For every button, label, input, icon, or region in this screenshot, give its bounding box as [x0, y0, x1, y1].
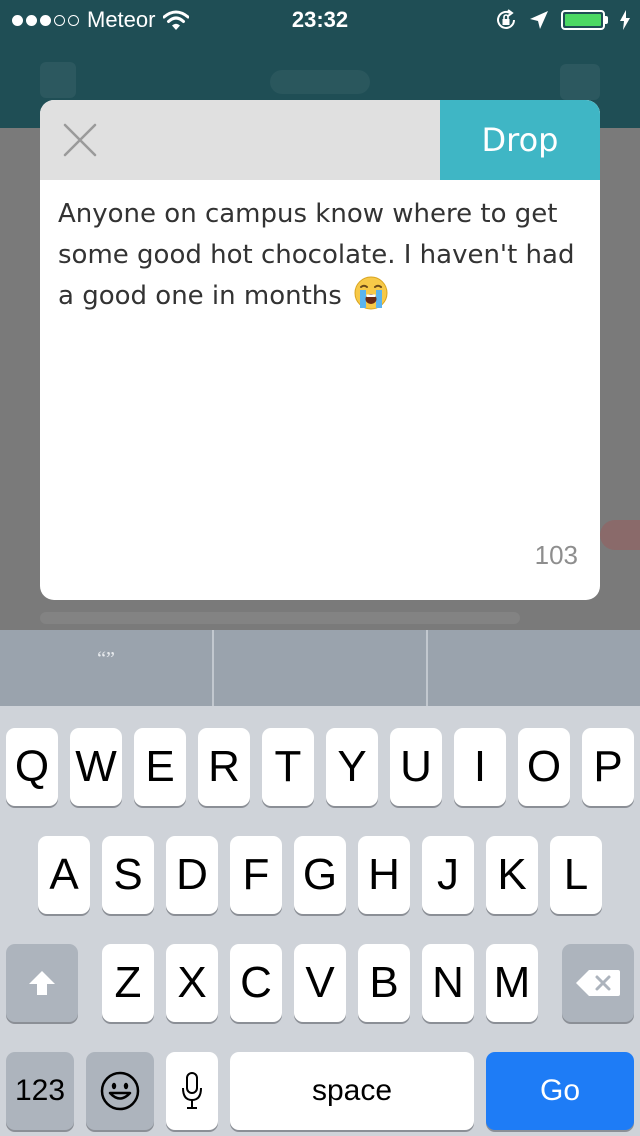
compose-modal: Drop Anyone on campus know where to get …: [40, 100, 600, 600]
status-bar: Meteor 23:32: [0, 0, 640, 40]
suggestion-bar: “”: [0, 630, 640, 706]
battery-icon: [561, 10, 608, 30]
key-g[interactable]: G: [294, 836, 346, 914]
status-right: [495, 6, 630, 34]
key-e[interactable]: E: [134, 728, 186, 806]
loudly-crying-face-icon: [354, 276, 388, 310]
battery-level: [565, 14, 601, 26]
compose-text-area[interactable]: Anyone on campus know where to get some …: [58, 194, 583, 317]
background-accent: [600, 520, 640, 550]
space-key[interactable]: space: [230, 1052, 474, 1130]
rotation-lock-icon: [497, 9, 515, 29]
key-p[interactable]: P: [582, 728, 634, 806]
shift-arrow-icon: [29, 971, 55, 995]
shift-key[interactable]: [6, 944, 78, 1022]
character-count: 103: [534, 540, 578, 570]
key-w[interactable]: W: [70, 728, 122, 806]
suggestion-left[interactable]: “”: [0, 630, 212, 706]
key-y[interactable]: Y: [326, 728, 378, 806]
key-c[interactable]: C: [230, 944, 282, 1022]
key-h[interactable]: H: [358, 836, 410, 914]
key-x[interactable]: X: [166, 944, 218, 1022]
key-l[interactable]: L: [550, 836, 602, 914]
battery-body: [561, 10, 605, 30]
dictation-key[interactable]: [166, 1052, 218, 1130]
background-nav-left-icon: [40, 62, 76, 98]
key-v[interactable]: V: [294, 944, 346, 1022]
background-text-line: [40, 612, 520, 624]
key-t[interactable]: T: [262, 728, 314, 806]
suggestion-center[interactable]: [214, 630, 426, 706]
key-u[interactable]: U: [390, 728, 442, 806]
key-d[interactable]: D: [166, 836, 218, 914]
compose-text: Anyone on campus know where to get some …: [58, 199, 575, 311]
background-nav-title: [270, 70, 370, 94]
numbers-key[interactable]: 123: [6, 1052, 74, 1130]
key-r[interactable]: R: [198, 728, 250, 806]
suggestion-right[interactable]: [428, 630, 640, 706]
emoji-key[interactable]: [86, 1052, 154, 1130]
close-icon: [63, 123, 97, 157]
go-key[interactable]: Go: [486, 1052, 634, 1130]
background-nav-right-icon: [560, 64, 600, 100]
key-j[interactable]: J: [422, 836, 474, 914]
key-z[interactable]: Z: [102, 944, 154, 1022]
key-o[interactable]: O: [518, 728, 570, 806]
key-q[interactable]: Q: [6, 728, 58, 806]
backspace-icon: [576, 970, 620, 996]
drop-button[interactable]: Drop: [440, 100, 600, 180]
close-button[interactable]: [60, 120, 100, 160]
charging-bolt-icon: [620, 10, 630, 30]
microphone-icon: [182, 1072, 202, 1109]
keyboard: Q W E R T Y U I O P A S D F G H J K L Z …: [0, 706, 640, 1136]
key-a[interactable]: A: [38, 836, 90, 914]
key-s[interactable]: S: [102, 836, 154, 914]
key-m[interactable]: M: [486, 944, 538, 1022]
key-f[interactable]: F: [230, 836, 282, 914]
compose-header: Drop: [40, 100, 600, 180]
key-b[interactable]: B: [358, 944, 410, 1022]
key-k[interactable]: K: [486, 836, 538, 914]
location-arrow-icon: [530, 11, 548, 29]
delete-key[interactable]: [562, 944, 634, 1022]
key-i[interactable]: I: [454, 728, 506, 806]
key-n[interactable]: N: [422, 944, 474, 1022]
emoji-smiley-icon: [100, 1071, 140, 1111]
battery-tip: [605, 16, 608, 24]
